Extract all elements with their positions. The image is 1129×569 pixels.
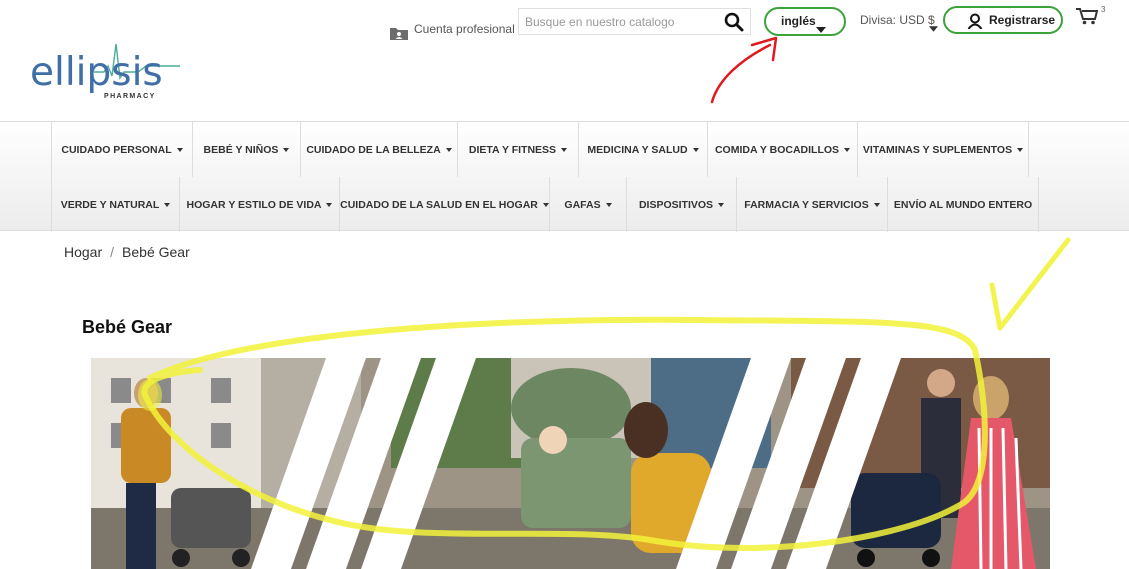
nav-item-cuidado-personal[interactable]: CUIDADO PERSONAL — [51, 122, 192, 177]
nav-item-bebe-y-ninos[interactable]: BEBÉ Y NIÑOS — [192, 122, 300, 177]
nav-item-label: CUIDADO DE LA BELLEZA — [306, 143, 441, 156]
chevron-down-icon — [844, 147, 851, 152]
nav-item-label: DIETA Y FITNESS — [468, 143, 557, 156]
nav-item-dispositivos[interactable]: DISPOSITIVOS — [626, 177, 736, 232]
nav-item-label: FARMACIA Y SERVICIOS — [744, 198, 869, 211]
site-logo[interactable]: ellipsis PHARMACY — [30, 42, 180, 106]
cart-icon[interactable] — [1075, 7, 1099, 25]
search-input[interactable] — [519, 9, 709, 34]
currency-selector[interactable]: Divisa: USD $ — [860, 13, 935, 27]
nav-item-envio-mundo-entero[interactable]: ENVÍO AL MUNDO ENTERO — [887, 177, 1039, 232]
folder-user-icon — [390, 28, 408, 40]
category-banner-image — [91, 358, 1050, 569]
main-navigation: CUIDADO PERSONAL BEBÉ Y NIÑOS CUIDADO DE… — [0, 121, 1129, 232]
nav-item-label: MEDICINA Y SALUD — [587, 143, 688, 156]
chevron-down-icon — [164, 202, 171, 207]
nav-item-dieta-y-fitness[interactable]: DIETA Y FITNESS — [457, 122, 578, 177]
nav-item-label: CUIDADO DE LA SALUD EN EL HOGAR — [340, 198, 538, 211]
nav-row-1: CUIDADO PERSONAL BEBÉ Y NIÑOS CUIDADO DE… — [51, 122, 1029, 177]
chevron-down-icon — [718, 202, 725, 207]
nav-row-2: VERDE Y NATURAL HOGAR Y ESTILO DE VIDA C… — [51, 177, 1039, 232]
search-bar — [518, 8, 751, 35]
breadcrumb-home-link[interactable]: Hogar — [64, 244, 102, 260]
register-button[interactable]: Registrarse — [943, 6, 1063, 34]
page-title: Bebé Gear — [82, 317, 173, 337]
nav-item-gafas[interactable]: GAFAS — [549, 177, 626, 232]
chevron-down-icon — [605, 202, 612, 207]
chevron-down-icon — [176, 147, 183, 152]
breadcrumb-current: Bebé Gear — [122, 244, 190, 260]
chevron-down-icon — [1017, 147, 1024, 152]
chevron-down-icon[interactable] — [929, 26, 938, 32]
nav-item-label: ENVÍO AL MUNDO ENTERO — [893, 198, 1033, 211]
language-label: inglés — [781, 14, 816, 28]
nav-item-cuidado-de-la-belleza[interactable]: CUIDADO DE LA BELLEZA — [300, 122, 457, 177]
nav-item-comida-y-bocadillos[interactable]: COMIDA Y BOCADILLOS — [707, 122, 857, 177]
nav-item-label: COMIDA Y BOCADILLOS — [714, 143, 840, 156]
search-icon[interactable] — [724, 12, 744, 32]
nav-item-vitaminas-y-suplementos[interactable]: VITAMINAS Y SUPLEMENTOS — [857, 122, 1029, 177]
nav-item-cuidado-salud-hogar[interactable]: CUIDADO DE LA SALUD EN EL HOGAR — [339, 177, 549, 232]
nav-item-label: GAFAS — [564, 198, 601, 211]
chevron-down-icon — [542, 202, 549, 207]
professional-account-link[interactable]: Cuenta profesional — [389, 17, 515, 41]
professional-account-label: Cuenta profesional — [414, 22, 515, 36]
nav-item-medicina-y-salud[interactable]: MEDICINA Y SALUD — [578, 122, 707, 177]
user-icon — [967, 13, 983, 29]
logo-subtitle: PHARMACY — [104, 93, 156, 100]
nav-item-label: DISPOSITIVOS — [638, 198, 714, 211]
chevron-down-icon — [326, 202, 333, 207]
nav-item-label: BEBÉ Y NIÑOS — [203, 143, 279, 156]
chevron-down-icon — [561, 147, 568, 152]
breadcrumb-separator: / — [110, 244, 115, 260]
nav-item-label: VERDE Y NATURAL — [60, 198, 160, 211]
chevron-down-icon — [873, 202, 880, 207]
chevron-down-icon — [445, 147, 452, 152]
logo-wordmark: ellipsis — [30, 50, 163, 95]
breadcrumb: Hogar / Bebé Gear — [64, 244, 190, 260]
nav-item-hogar-y-estilo-de-vida[interactable]: HOGAR Y ESTILO DE VIDA — [179, 177, 339, 232]
chevron-down-icon — [283, 147, 290, 152]
language-selector[interactable]: inglés — [764, 7, 846, 36]
nav-item-label: CUIDADO PERSONAL — [61, 143, 172, 156]
nav-item-label: HOGAR Y ESTILO DE VIDA — [186, 198, 322, 211]
nav-item-verde-y-natural[interactable]: VERDE Y NATURAL — [51, 177, 179, 232]
chevron-down-icon — [816, 27, 826, 33]
cart-count-badge: 3 — [1101, 5, 1106, 14]
currency-label: Divisa: USD $ — [860, 13, 935, 27]
register-label: Registrarse — [989, 13, 1056, 27]
nav-item-farmacia-y-servicios[interactable]: FARMACIA Y SERVICIOS — [736, 177, 887, 232]
nav-item-label: VITAMINAS Y SUPLEMENTOS — [862, 143, 1013, 156]
chevron-down-icon — [692, 147, 699, 152]
